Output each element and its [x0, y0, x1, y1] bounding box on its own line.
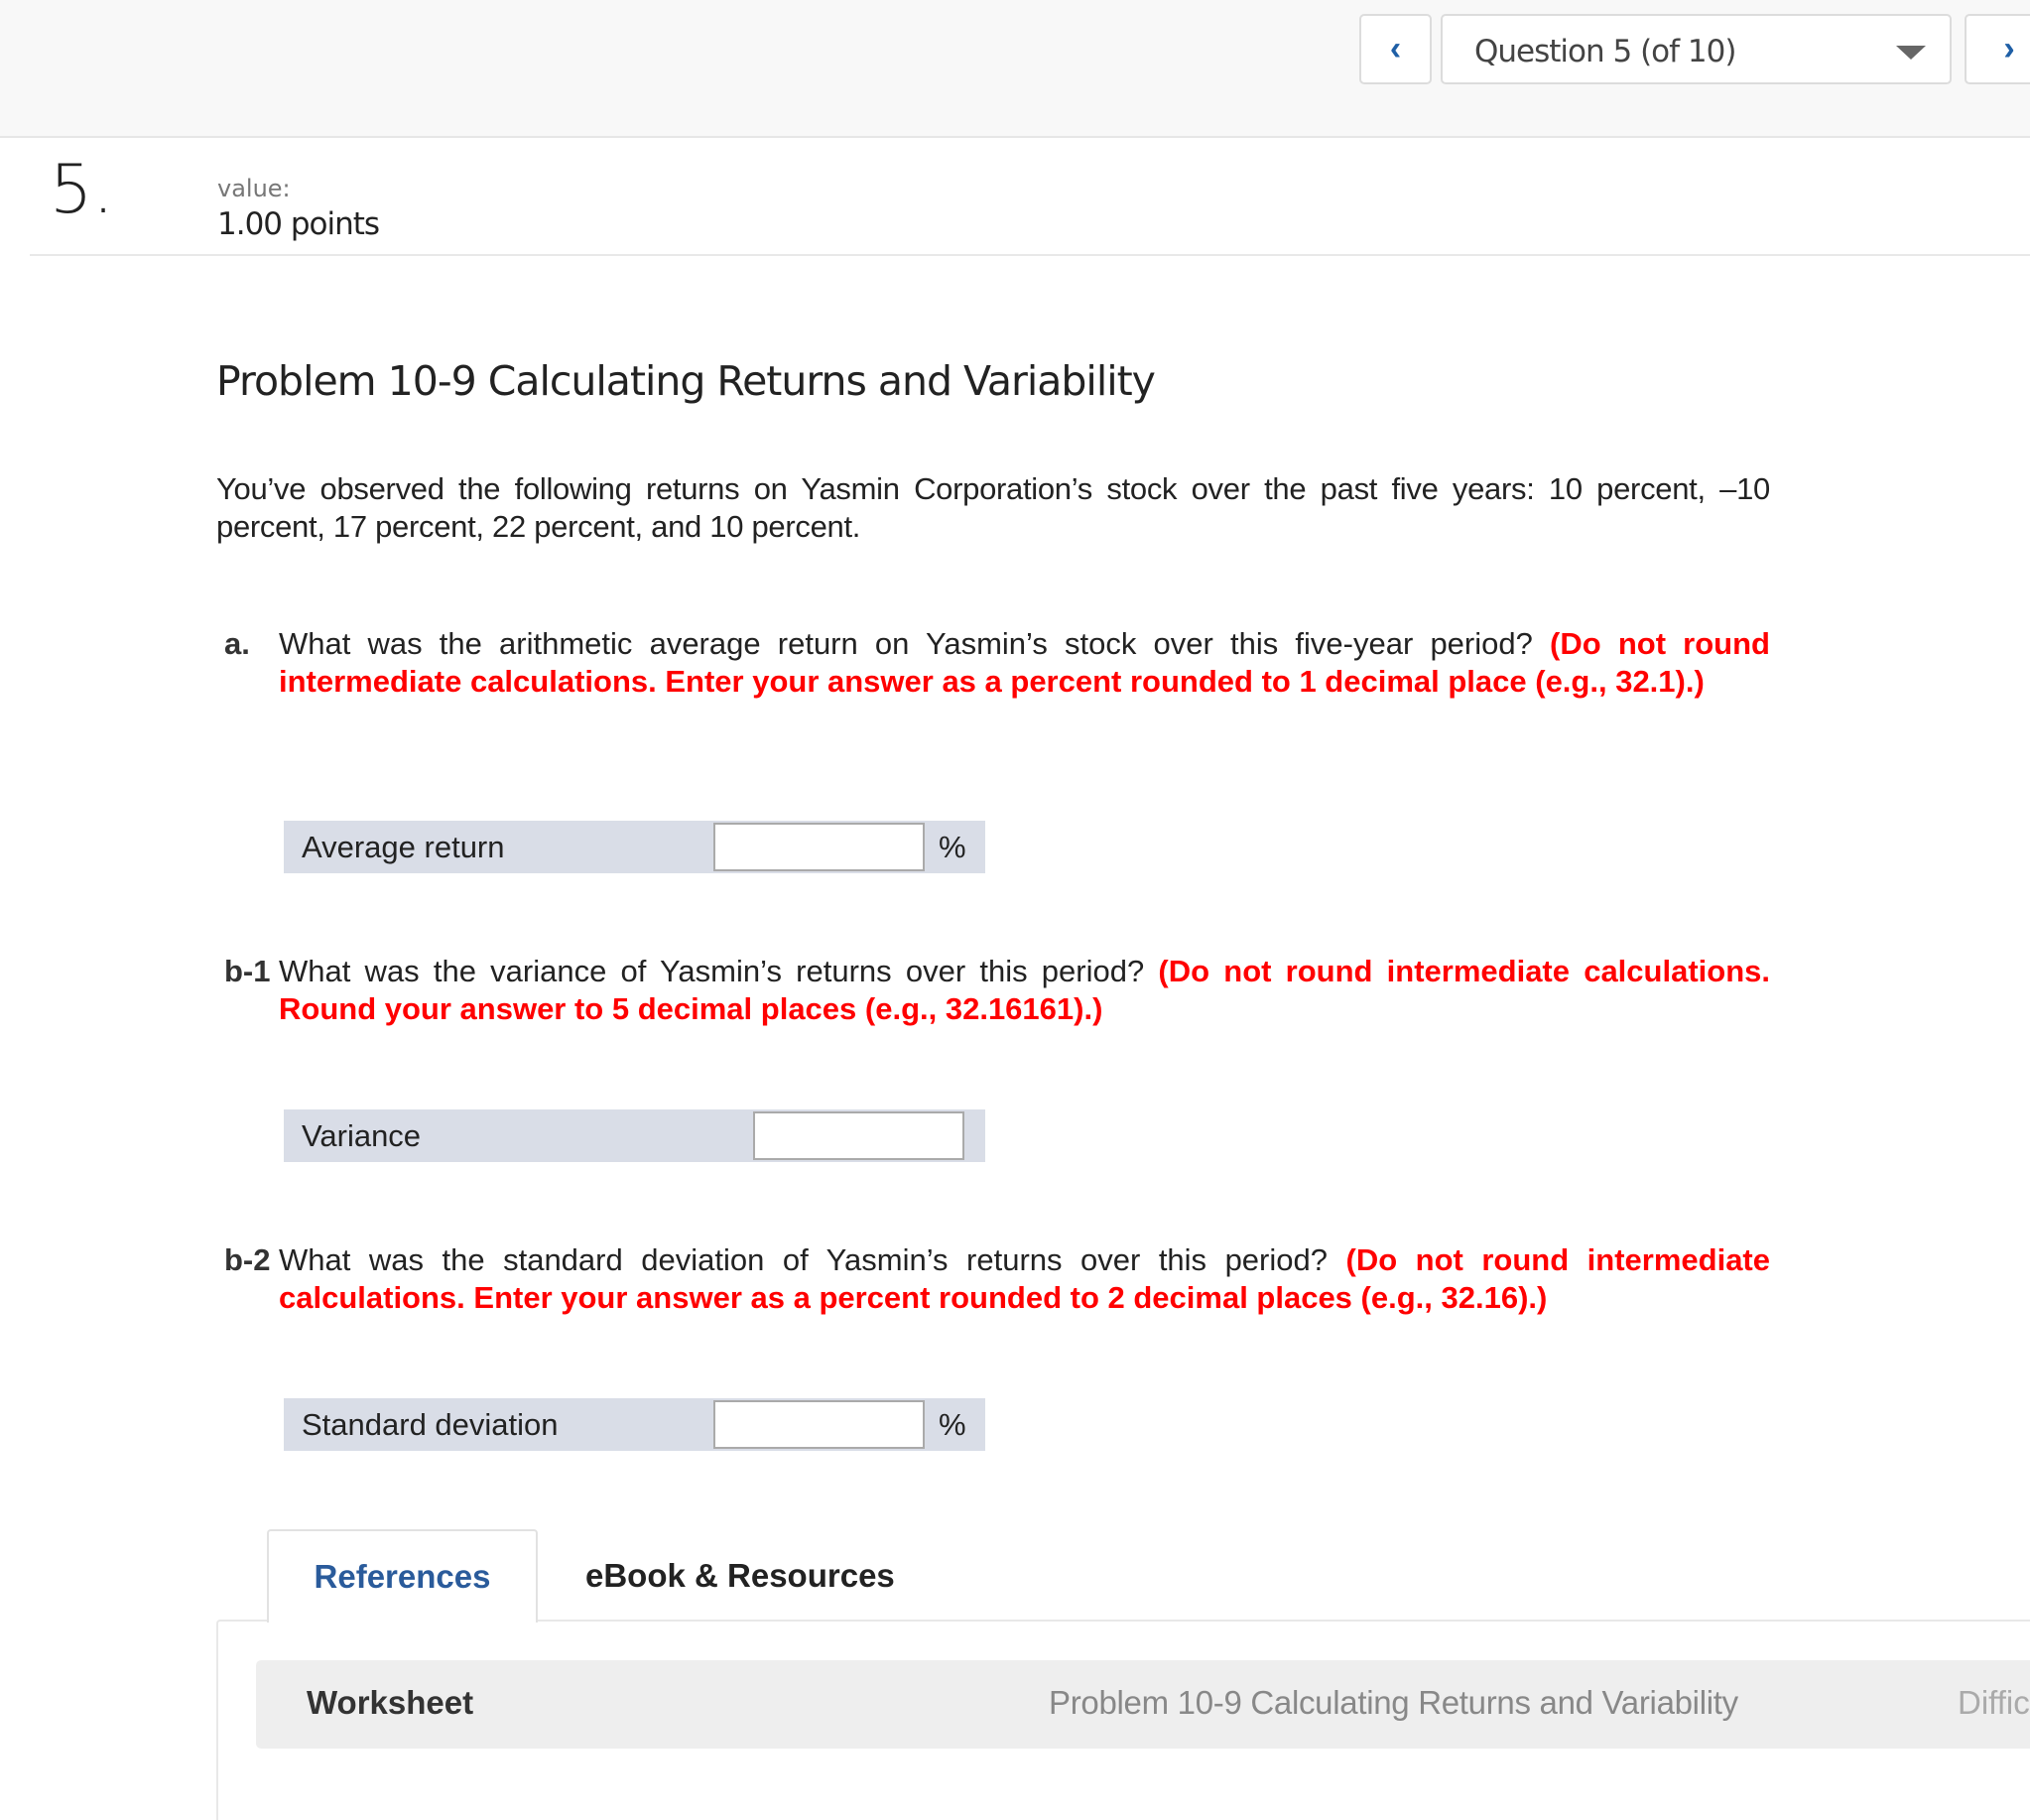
header-divider — [30, 254, 2030, 256]
worksheet-label: Worksheet — [307, 1684, 474, 1721]
field-label: Average return — [302, 830, 505, 864]
part-label: b-1 — [224, 954, 271, 988]
question-number: 5. — [50, 151, 114, 229]
part-b2-question: b-2 What was the standard deviation of Y… — [224, 1241, 1770, 1317]
tab-references[interactable]: References — [267, 1529, 538, 1623]
previous-question-button[interactable]: ‹ — [1359, 14, 1432, 84]
problem-intro: You’ve observed the following returns on… — [216, 471, 1770, 544]
next-question-button[interactable]: › — [1965, 14, 2030, 84]
part-label: b-2 — [224, 1242, 271, 1277]
difficulty-label: Diffic — [1958, 1684, 2030, 1721]
worksheet-title: Problem 10-9 Calculating Returns and Var… — [1049, 1684, 1738, 1721]
variance-input[interactable] — [753, 1111, 964, 1160]
part-label: a. — [224, 626, 250, 661]
problem-title: Problem 10-9 Calculating Returns and Var… — [216, 357, 1156, 405]
part-b1-question: b-1 What was the variance of Yasmin’s re… — [224, 953, 1770, 1028]
variance-row: Variance — [284, 1109, 985, 1162]
question-text: What was the standard deviation of Yasmi… — [279, 1242, 1346, 1277]
chevron-right-icon: › — [2003, 30, 2015, 67]
field-label: Standard deviation — [302, 1407, 559, 1442]
question-text: What was the variance of Yasmin’s return… — [279, 954, 1159, 988]
average-return-row: Average return % — [284, 821, 985, 873]
percent-unit: % — [939, 830, 966, 864]
points-value: 1.00 points — [217, 206, 380, 242]
chevron-left-icon: ‹ — [1389, 30, 1402, 67]
question-select[interactable]: Question 5 (of 10) — [1441, 14, 1952, 84]
question-select-value: Question 5 (of 10) — [1474, 34, 1736, 69]
caret-down-icon — [1896, 46, 1926, 60]
question-text: What was the arithmetic average return o… — [279, 626, 1551, 661]
standard-deviation-input[interactable] — [713, 1400, 925, 1449]
standard-deviation-row: Standard deviation % — [284, 1398, 985, 1451]
question-nav-bar: ‹ Question 5 (of 10) › — [0, 0, 2030, 138]
average-return-input[interactable] — [713, 823, 925, 871]
field-label: Variance — [302, 1118, 422, 1153]
worksheet-bar[interactable]: Worksheet Problem 10-9 Calculating Retur… — [256, 1660, 2030, 1749]
tab-ebook-resources[interactable]: eBook & Resources — [585, 1529, 895, 1623]
value-label: value: — [217, 175, 291, 202]
part-a-question: a. What was the arithmetic average retur… — [224, 625, 1770, 701]
percent-unit: % — [939, 1407, 966, 1442]
